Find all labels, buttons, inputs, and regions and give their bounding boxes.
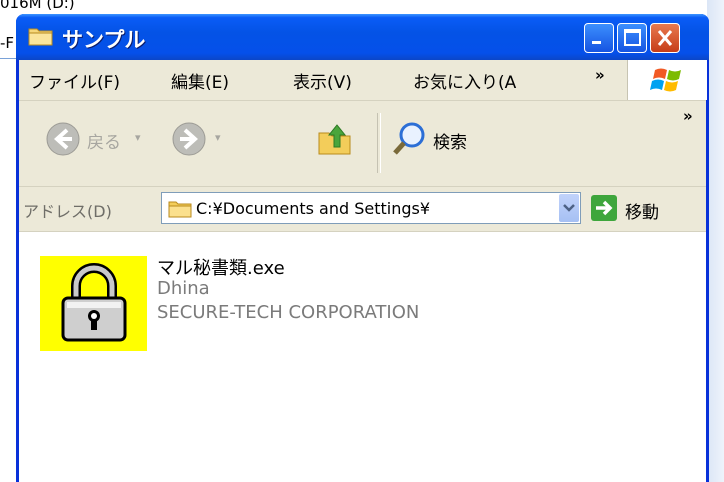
minimize-button[interactable] bbox=[584, 23, 614, 53]
file-company: SECURE-TECH CORPORATION bbox=[157, 302, 420, 323]
address-dropdown-button[interactable] bbox=[559, 194, 579, 222]
file-author: Dhina bbox=[157, 278, 210, 299]
folder-icon bbox=[28, 28, 53, 46]
back-dropdown-icon[interactable]: ▾ bbox=[135, 131, 141, 144]
forward-arrow-icon[interactable] bbox=[171, 121, 207, 157]
toolbar-overflow-chevron[interactable]: » bbox=[683, 107, 693, 125]
background-panel bbox=[707, 0, 724, 482]
maximize-button[interactable] bbox=[617, 23, 647, 53]
background-drive-label: 016M (D:) bbox=[0, 0, 75, 12]
go-button[interactable] bbox=[591, 195, 617, 221]
windows-logo bbox=[627, 60, 707, 100]
go-arrow-icon bbox=[596, 200, 613, 216]
file-list: マル秘書類.exe Dhina SECURE-TECH CORPORATION bbox=[19, 232, 706, 482]
close-button[interactable] bbox=[650, 23, 680, 53]
file-name[interactable]: マル秘書類.exe bbox=[157, 254, 285, 280]
title-bar[interactable]: サンプル bbox=[16, 14, 709, 60]
toolbar-separator bbox=[377, 113, 381, 173]
menu-edit[interactable]: 編集(E) bbox=[171, 68, 229, 93]
chevron-down-icon bbox=[563, 204, 575, 212]
address-bar: アドレス(D) C:¥Documents and Settings¥ 移動 bbox=[19, 187, 706, 232]
background-text: -F bbox=[0, 34, 15, 52]
menu-view[interactable]: 表示(V) bbox=[293, 68, 352, 93]
address-input[interactable]: C:¥Documents and Settings¥ bbox=[161, 192, 581, 224]
window-title: サンプル bbox=[62, 28, 146, 52]
windows-flag-icon bbox=[650, 68, 681, 92]
menu-file[interactable]: ファイル(F) bbox=[29, 68, 120, 93]
close-icon bbox=[657, 30, 673, 46]
search-magnifier-icon[interactable] bbox=[391, 121, 427, 157]
back-label[interactable]: 戻る bbox=[87, 128, 121, 153]
go-label[interactable]: 移動 bbox=[625, 198, 659, 223]
forward-dropdown-icon[interactable]: ▾ bbox=[215, 131, 221, 144]
address-value: C:¥Documents and Settings¥ bbox=[196, 199, 431, 218]
menu-overflow-chevron[interactable]: » bbox=[595, 66, 605, 84]
minimize-icon bbox=[592, 41, 601, 44]
window-client: ファイル(F) 編集(E) 表示(V) お気に入り(A » 戻る ▾ ▾ 検索 … bbox=[19, 60, 707, 482]
menu-favorites[interactable]: お気に入り(A bbox=[413, 68, 516, 93]
address-label: アドレス(D) bbox=[23, 202, 112, 221]
maximize-icon bbox=[624, 29, 641, 46]
search-label[interactable]: 検索 bbox=[433, 128, 467, 153]
explorer-window: サンプル ファイル(F) 編集(E) 表示(V) お気に入り(A » 戻る ▾ … bbox=[16, 14, 709, 482]
padlock-icon[interactable] bbox=[40, 256, 147, 351]
menu-bar: ファイル(F) 編集(E) 表示(V) お気に入り(A » bbox=[19, 60, 707, 101]
standard-toolbar: 戻る ▾ ▾ 検索 » bbox=[19, 101, 706, 187]
folder-up-icon[interactable] bbox=[317, 121, 353, 157]
folder-icon bbox=[168, 201, 192, 218]
back-arrow-icon[interactable] bbox=[45, 121, 81, 157]
